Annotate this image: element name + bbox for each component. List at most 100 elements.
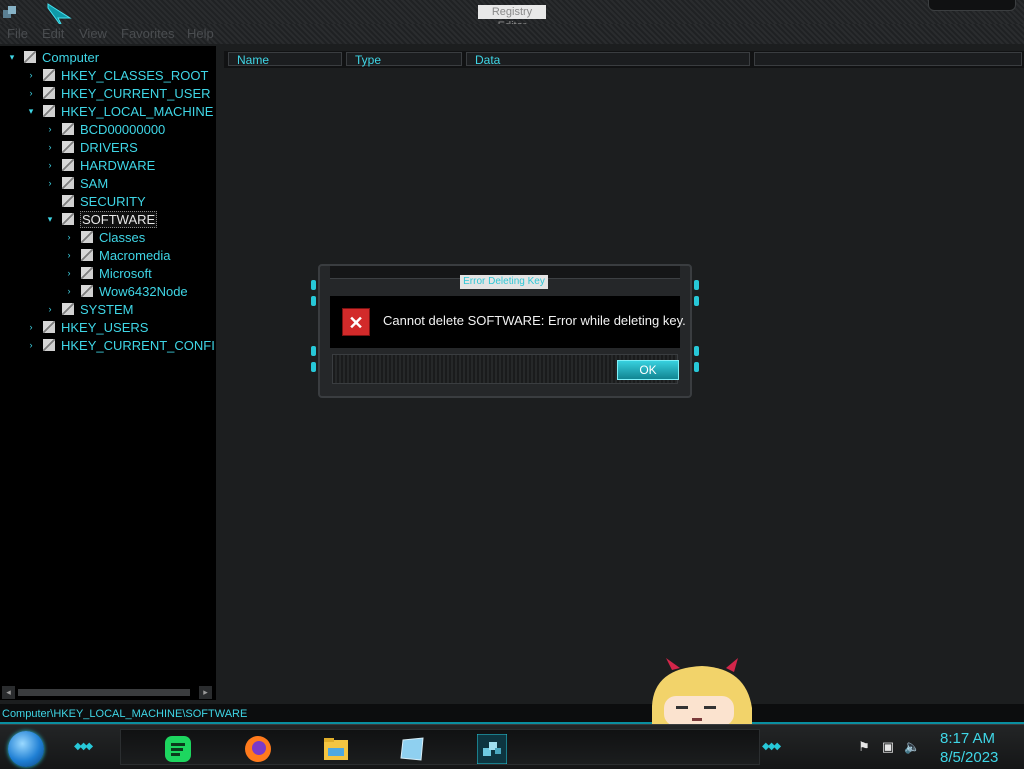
tree-item-label: SAM [80, 175, 109, 191]
tree-expander-icon[interactable]: ▾ [25, 106, 37, 116]
flag-icon[interactable]: ⚑ [856, 739, 872, 755]
window-title: Registry Editor [478, 5, 546, 32]
file-explorer-icon[interactable] [321, 734, 351, 764]
window-controls[interactable] [928, 0, 1016, 11]
tree-item-label: HKEY_LOCAL_MACHINE [61, 103, 214, 119]
ok-button[interactable]: OK [617, 360, 679, 380]
firefox-icon[interactable] [243, 734, 273, 764]
tree-expander-icon[interactable]: ▾ [44, 214, 56, 224]
registry-key-icon [62, 303, 74, 315]
tree-item[interactable]: › SYSTEM [44, 300, 134, 318]
tree-expander-icon[interactable]: › [44, 142, 56, 152]
menu-view[interactable]: View [79, 26, 107, 41]
tree-item[interactable]: › DRIVERS [44, 138, 138, 156]
tree-item[interactable]: ▾ SOFTWARE [44, 210, 158, 228]
tree-item[interactable]: › Wow6432Node [63, 282, 188, 300]
registry-tree[interactable]: ▾ Computer › HKEY_CLASSES_ROOT › HKEY_CURRENT… [0, 46, 216, 686]
tree-item[interactable]: › HKEY_CURRENT_USER [25, 84, 211, 102]
tree-expander-icon[interactable]: › [44, 304, 56, 314]
registry-key-icon [81, 249, 93, 261]
tree-item[interactable]: › HKEY_CLASSES_ROOT [25, 66, 209, 84]
tree-item[interactable]: › Macromedia [63, 246, 171, 264]
error-dialog: Error Deleting Key ✕ Cannot delete SOFTW… [311, 264, 699, 398]
network-icon[interactable]: ▣ [880, 739, 896, 755]
tree-item[interactable]: SECURITY [44, 192, 146, 210]
dialog-body: ✕ Cannot delete SOFTWARE: Error while de… [330, 296, 686, 348]
status-path: Computer\HKEY_LOCAL_MACHINE\SOFTWARE [2, 708, 248, 720]
taskbar-apps [120, 729, 760, 765]
tree-expander-icon[interactable]: › [63, 286, 75, 296]
tree-expander-icon[interactable]: › [63, 250, 75, 260]
registry-key-icon [62, 213, 74, 225]
tree-item-label: HKEY_CURRENT_USER [61, 85, 211, 101]
menu-favorites[interactable]: Favorites [121, 26, 174, 41]
dialog-light-icon [311, 296, 316, 306]
tree-item[interactable]: › BCD00000000 [44, 120, 166, 138]
spotify-icon[interactable] [163, 734, 193, 764]
tree-item[interactable]: › HARDWARE [44, 156, 156, 174]
dialog-light-icon [311, 280, 316, 290]
dialog-light-icon [694, 346, 699, 356]
tree-item[interactable]: ▾ Computer [6, 48, 99, 66]
registry-key-icon [81, 267, 93, 279]
menu-file[interactable]: File [7, 26, 28, 41]
dialog-message: Cannot delete SOFTWARE: Error while dele… [383, 313, 686, 328]
clock-time[interactable]: 8:17 AM [940, 730, 995, 747]
tree-item-label: Classes [99, 229, 146, 245]
menu-edit[interactable]: Edit [42, 26, 64, 41]
taskbar: ◆◆◆ ◆◆◆ ⚑ ▣ 🔈 8:17 AM 8/5/2023 [0, 724, 1024, 769]
registry-app-icon[interactable] [2, 4, 18, 20]
tree-expander-icon[interactable]: › [25, 322, 37, 332]
tree-item-label: Wow6432Node [99, 283, 188, 299]
registry-key-icon [62, 123, 74, 135]
tree-item[interactable]: › Microsoft [63, 264, 152, 282]
tree-item-label: Microsoft [99, 265, 152, 281]
tree-item[interactable]: › HKEY_USERS [25, 318, 149, 336]
scroll-left-icon[interactable]: ◂ [2, 686, 15, 699]
menu-help[interactable]: Help [187, 26, 214, 41]
tree-horizontal-scrollbar[interactable]: ◂ ▸ [0, 686, 216, 700]
tree-expander-icon[interactable]: › [25, 70, 37, 80]
tree-expander-icon[interactable]: › [25, 340, 37, 350]
tree-item-label: DRIVERS [80, 139, 138, 155]
tree-item[interactable]: › SAM [44, 174, 109, 192]
tree-expander-icon[interactable]: › [44, 178, 56, 188]
tree-item-label: SYSTEM [80, 301, 134, 317]
volume-icon[interactable]: 🔈 [904, 739, 920, 755]
tree-expander-icon[interactable]: › [63, 268, 75, 278]
tree-expander-icon[interactable]: › [44, 160, 56, 170]
column-name[interactable]: Name [228, 52, 342, 67]
registry-editor-icon[interactable] [477, 734, 507, 764]
tree-item[interactable]: › Classes [63, 228, 146, 246]
column-type[interactable]: Type [346, 52, 462, 67]
window-icon[interactable] [397, 734, 427, 764]
tree-expander-icon[interactable]: › [25, 88, 37, 98]
tree-item-label: SOFTWARE [80, 210, 158, 228]
registry-key-icon [43, 321, 55, 333]
registry-key-icon [43, 87, 55, 99]
registry-key-icon [81, 231, 93, 243]
start-button[interactable] [8, 731, 44, 767]
error-icon: ✕ [342, 308, 370, 336]
list-header: Name Type Data [224, 51, 1024, 68]
registry-key-icon [62, 159, 74, 171]
column-data[interactable]: Data [466, 52, 750, 67]
title-bar: Registry Editor [0, 0, 1024, 32]
dialog-light-icon [311, 346, 316, 356]
dialog-light-icon [694, 362, 699, 372]
tree-expander-icon[interactable]: ▾ [6, 52, 18, 62]
registry-key-icon [43, 339, 55, 351]
clock-date[interactable]: 8/5/2023 [940, 749, 998, 766]
column-empty [754, 52, 1022, 66]
tree-item[interactable]: › HKEY_CURRENT_CONFI [25, 336, 215, 354]
chevron-icon: ◆◆◆ [762, 741, 781, 752]
scroll-right-icon[interactable]: ▸ [199, 686, 212, 699]
registry-key-icon [62, 141, 74, 153]
scroll-thumb[interactable] [18, 689, 190, 696]
pane-splitter[interactable] [216, 46, 224, 702]
dialog-light-icon [311, 362, 316, 372]
tree-expander-icon[interactable] [44, 196, 56, 206]
tree-expander-icon[interactable]: › [63, 232, 75, 242]
tree-expander-icon[interactable]: › [44, 124, 56, 134]
tree-item[interactable]: ▾ HKEY_LOCAL_MACHINE [25, 102, 214, 120]
